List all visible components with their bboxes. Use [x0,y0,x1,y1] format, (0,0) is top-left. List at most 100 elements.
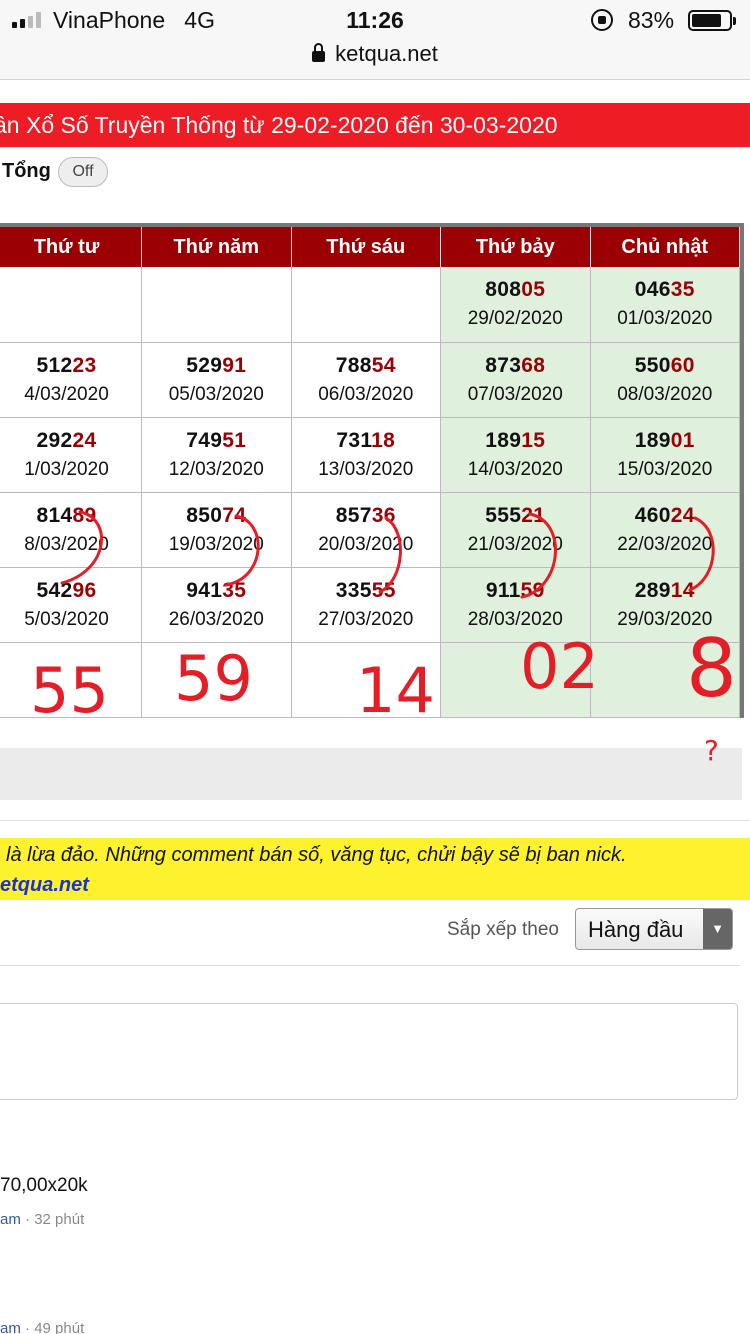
number-tail: 54 [371,353,396,377]
comment-author[interactable]: am [0,1320,21,1334]
number-head: 542 [36,578,73,602]
result-date: 15/03/2020 [617,458,713,480]
number-head: 555 [485,503,522,527]
result-number: 87368 [441,354,590,378]
result-date: 22/03/2020 [617,533,713,555]
number-tail: 51 [222,428,247,452]
result-number: 33555 [292,579,441,603]
result-cell: 85074 19/03/2020 [141,492,292,568]
result-cell: 28914 29/03/2020 [590,567,740,643]
table-footer-bar [0,748,742,800]
comment-input[interactable] [0,1003,738,1100]
table-row [0,642,740,718]
address-bar[interactable]: ketqua.net [0,40,750,80]
comment-author[interactable]: am [0,1211,21,1228]
result-number: 81489 [0,504,141,528]
result-cell: 80805 29/02/2020 [440,267,591,343]
number-head: 189 [634,428,671,452]
table-row: 51223 4/03/2020 52991 05/03/2020 78854 06/03/… [0,342,740,418]
comment-meta: am · 49 phút [0,1320,84,1334]
result-number: 78854 [292,354,441,378]
number-tail: 18 [371,428,396,452]
result-cell: 33555 27/03/2020 [291,567,441,643]
result-cell: 74951 12/03/2020 [141,417,292,493]
result-date: 20/03/2020 [318,533,414,555]
result-number: 28914 [591,579,740,603]
header-thursday: Thứ năm [141,227,292,267]
result-number: 94135 [142,579,291,603]
result-date: 19/03/2020 [168,533,264,555]
warning-notice: là lừa đảo. Những comment bán số, văng t… [0,838,750,900]
divider [0,820,750,821]
number-tail: 96 [72,578,97,602]
header-friday: Thứ sáu [291,227,441,267]
result-date: 8/03/2020 [24,533,109,555]
result-number: 73118 [292,429,441,453]
sort-value: Hàng đầu [588,917,684,942]
sort-select[interactable]: Hàng đầu ▼ [575,908,733,950]
result-date: 27/03/2020 [318,608,414,630]
result-cell [141,267,292,343]
header-saturday: Thứ bảy [440,227,591,267]
result-cell: 46024 22/03/2020 [590,492,740,568]
result-cell: 18901 15/03/2020 [590,417,740,493]
empty-cell [141,642,292,718]
notice-link[interactable]: etqua.net [0,874,89,897]
result-date: 01/03/2020 [617,308,713,330]
page-title-banner: ần Xổ Số Truyền Thống từ 29-02-2020 đến … [0,103,750,147]
total-toggle[interactable]: Off [58,157,108,187]
rotation-lock-icon [591,9,613,31]
number-head: 850 [186,503,223,527]
number-tail: 36 [371,503,396,527]
number-tail: 01 [670,428,695,452]
comment-meta: am · 32 phút [0,1211,85,1228]
result-number: 18915 [441,429,590,453]
result-date: 13/03/2020 [318,458,414,480]
result-cell: 91159 28/03/2020 [440,567,591,643]
number-head: 731 [336,428,372,452]
result-number: 52991 [142,354,291,378]
lock-icon [312,43,326,62]
number-head: 512 [36,353,73,377]
result-cell: 85736 20/03/2020 [291,492,441,568]
empty-cell [440,642,591,718]
number-tail: 89 [72,503,97,527]
number-tail: 15 [521,428,546,452]
number-tail: 60 [670,353,695,377]
result-cell: 73118 13/03/2020 [291,417,441,493]
table-row: 54296 5/03/2020 94135 26/03/2020 33555 27/03/… [0,567,740,643]
result-cell: 87368 07/03/2020 [440,342,591,418]
result-number: 51223 [0,354,141,378]
number-head: 873 [485,353,522,377]
chevron-down-icon: ▼ [703,909,732,949]
number-tail: 23 [72,353,97,377]
number-tail: 55 [371,578,396,602]
result-cell: 78854 06/03/2020 [291,342,441,418]
number-tail: 91 [222,353,247,377]
total-label: Tổng [2,160,51,182]
empty-cell [291,642,441,718]
result-number: 46024 [591,504,740,528]
page-title: ần Xổ Số Truyền Thống từ 29-02-2020 đến … [0,112,558,138]
comment-time: 49 phút [34,1320,85,1334]
number-head: 857 [335,503,372,527]
result-date: 08/03/2020 [617,383,713,405]
table-row: 29224 1/03/2020 74951 12/03/2020 73118 13/03/… [0,417,740,493]
number-tail: 35 [670,278,695,302]
result-number: 54296 [0,579,141,603]
result-date: 21/03/2020 [467,533,563,555]
number-tail: 35 [222,578,247,602]
result-number: 85074 [142,504,291,528]
number-tail: 59 [520,578,545,602]
number-head: 808 [485,278,522,302]
result-date: 05/03/2020 [168,383,264,405]
number-tail: 05 [521,278,546,302]
result-date: 07/03/2020 [467,383,563,405]
result-cell: 55060 08/03/2020 [590,342,740,418]
number-head: 292 [36,428,73,452]
comment-time: 32 phút [34,1211,85,1228]
battery-icon [688,10,736,31]
result-cell: 54296 5/03/2020 [0,567,142,643]
url-text: ketqua.net [335,41,438,66]
number-head: 335 [335,578,372,602]
